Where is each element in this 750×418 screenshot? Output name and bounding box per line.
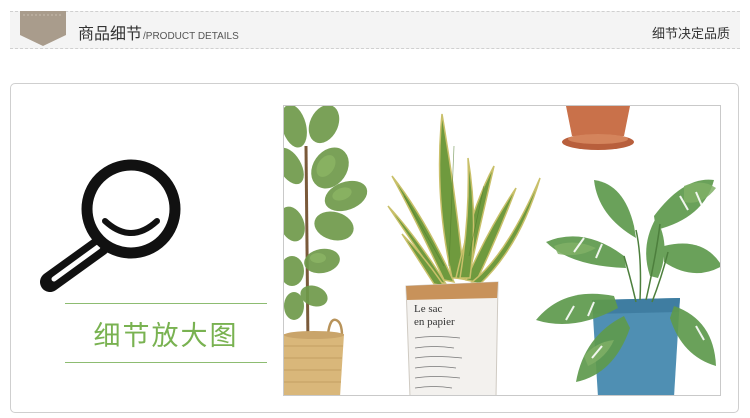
pennant-badge-icon: [20, 11, 66, 46]
title-chinese: 商品细节: [78, 24, 143, 43]
header-slogan: 细节决定品质: [651, 27, 730, 42]
bag-text-line-2: en papier: [414, 316, 455, 328]
magnifier-icon: [40, 159, 181, 292]
page-title: 商品细节 /PRODUCT DETAILS: [78, 20, 239, 44]
product-image: Le sac en papier: [283, 105, 721, 396]
potted-plants-illustration: Le sac en papier: [284, 106, 720, 395]
detail-card: 细节放大图 Le sac en papier: [10, 83, 739, 413]
zoom-label-frame: 细节放大图: [65, 303, 267, 363]
section-header: 商品细节 /PRODUCT DETAILS 细节决定品质: [10, 11, 740, 49]
title-english: /PRODUCT DETAILS: [143, 31, 239, 42]
bag-text-line-1: Le sac: [414, 303, 443, 315]
zoom-label: 细节放大图: [93, 320, 239, 352]
